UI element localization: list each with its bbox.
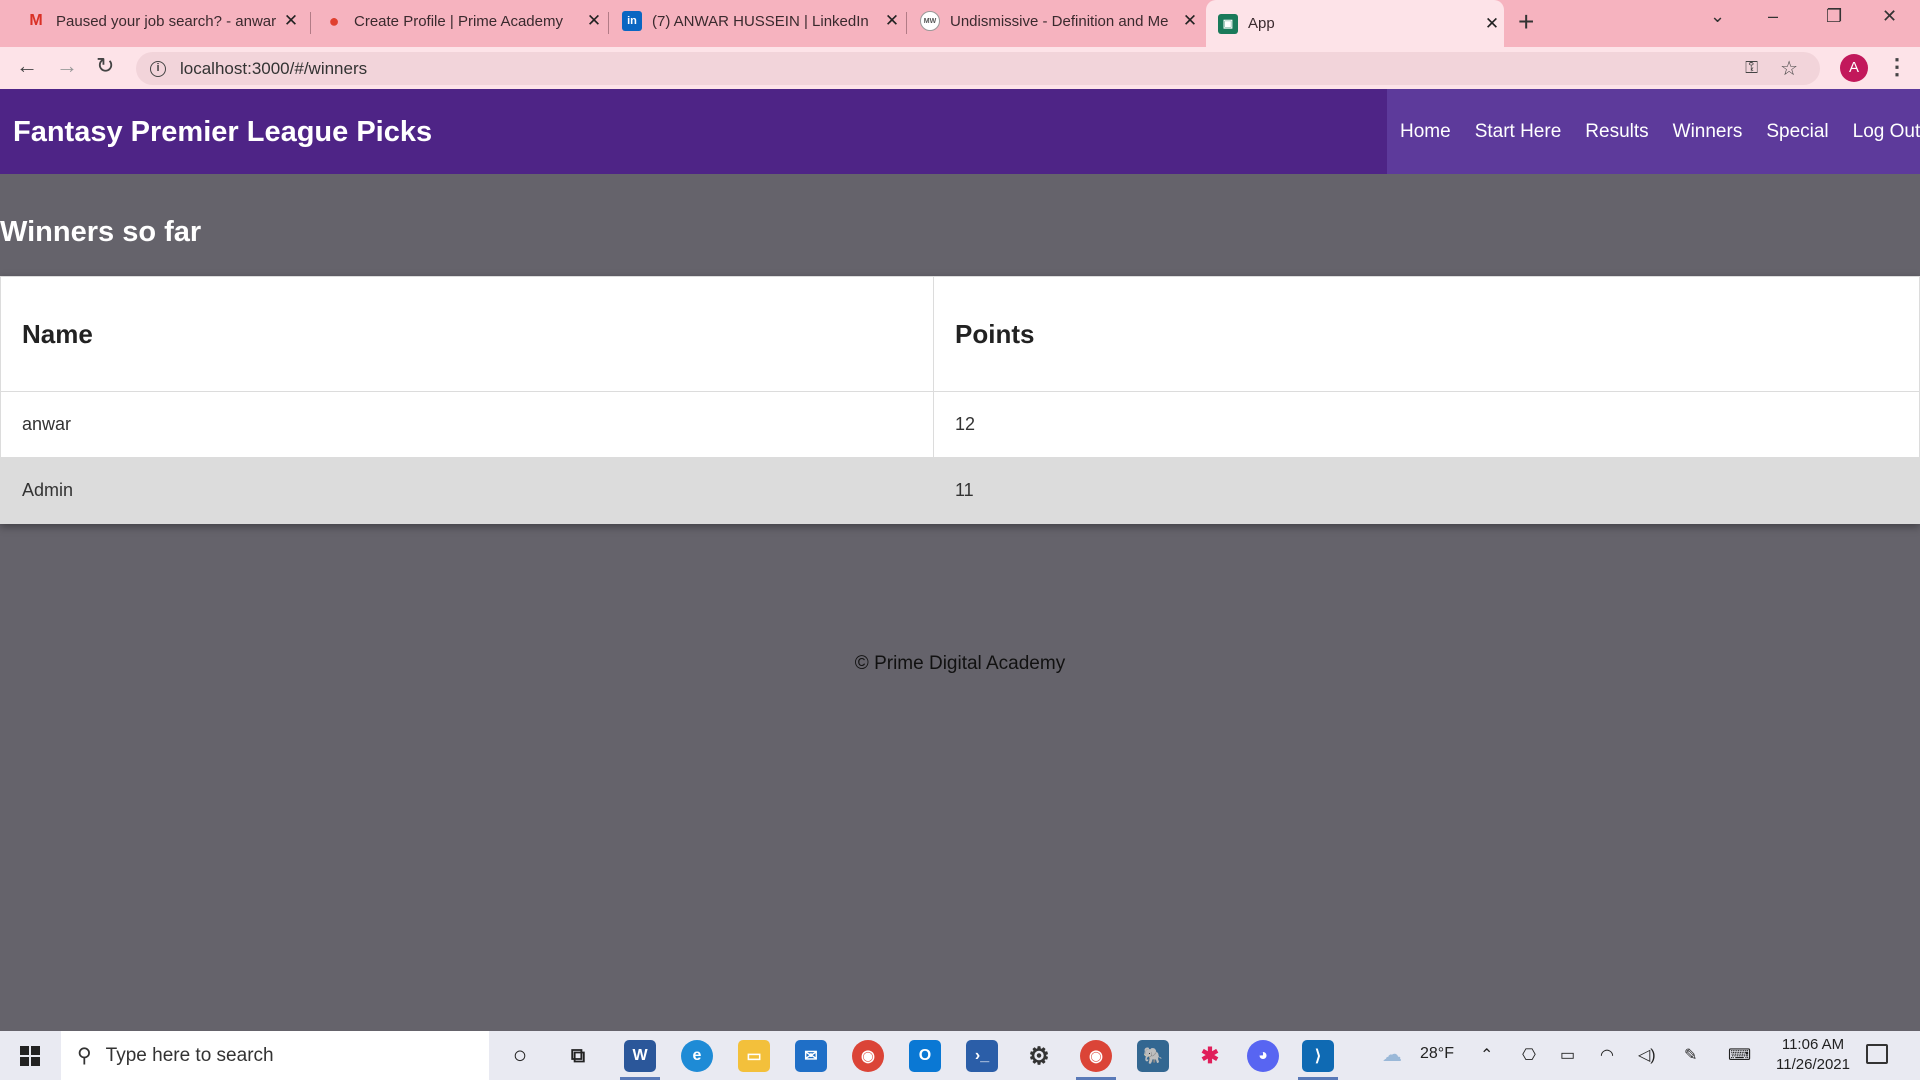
- task-view-icon[interactable]: ⧉: [562, 1040, 594, 1072]
- discord-icon[interactable]: ◕: [1247, 1040, 1279, 1072]
- clock-date: 11/26/2021: [1776, 1056, 1850, 1073]
- nav-winners[interactable]: Winners: [1673, 121, 1743, 143]
- app-title[interactable]: Fantasy Premier League Picks: [13, 116, 432, 149]
- search-icon: ⚲: [77, 1045, 92, 1067]
- merriam-webster-icon: MW: [920, 11, 940, 31]
- site-info-icon[interactable]: i: [150, 60, 166, 77]
- gmail-icon: M: [29, 12, 43, 29]
- taskbar: ⚲ Type here to search ○ ⧉ W e ▭ ✉ ◉ O ›_…: [0, 1031, 1920, 1080]
- new-tab-button[interactable]: +: [1518, 6, 1534, 38]
- weather-temperature[interactable]: 28°F: [1420, 1045, 1454, 1063]
- meet-now-icon[interactable]: ⎔: [1522, 1045, 1536, 1065]
- mail-icon[interactable]: ✉: [795, 1040, 827, 1072]
- main-nav: Home Start Here Results Winners Special …: [1387, 89, 1920, 174]
- chrome-profile-icon[interactable]: ◉: [1080, 1040, 1112, 1072]
- tray-chevron-icon[interactable]: ⌃: [1480, 1045, 1493, 1065]
- tab-title: (7) ANWAR HUSSEIN | LinkedIn: [652, 12, 869, 30]
- tab-title: Paused your job search? - anwar: [56, 12, 277, 30]
- tab-app[interactable]: ▣ App ✕: [1206, 0, 1504, 47]
- tab-merriam-webster[interactable]: MW Undismissive - Definition and Me ✕: [910, 0, 1202, 42]
- bookmark-star-icon[interactable]: ☆: [1780, 56, 1798, 81]
- maximize-button[interactable]: ❐: [1826, 6, 1842, 27]
- nav-start-here[interactable]: Start Here: [1475, 121, 1562, 143]
- taskbar-search[interactable]: ⚲ Type here to search: [61, 1031, 489, 1080]
- browser-tab-strip: M Paused your job search? - anwar ✕ ● Cr…: [0, 0, 1920, 47]
- tab-gmail[interactable]: M Paused your job search? - anwar ✕: [16, 0, 303, 42]
- close-icon[interactable]: ✕: [279, 11, 303, 31]
- forward-arrow-icon[interactable]: →: [56, 53, 78, 79]
- linkedin-icon: in: [622, 11, 642, 31]
- chrome-icon[interactable]: ◉: [852, 1040, 884, 1072]
- minimize-button[interactable]: –: [1768, 6, 1778, 27]
- notification-icon[interactable]: [1866, 1044, 1888, 1064]
- profile-avatar[interactable]: A: [1840, 54, 1868, 82]
- address-bar[interactable]: i localhost:3000/#/winners ⚿ ☆: [136, 52, 1820, 85]
- close-window-button[interactable]: ✕: [1882, 6, 1897, 27]
- url-text[interactable]: localhost:3000/#/winners: [180, 59, 367, 79]
- browser-toolbar: ← → ↻ i localhost:3000/#/winners ⚿ ☆ A ⋮: [0, 47, 1920, 89]
- slack-icon[interactable]: ✱: [1194, 1040, 1226, 1072]
- close-icon[interactable]: ✕: [1178, 11, 1202, 31]
- winners-table: Name Points anwar 12 Admin 11: [0, 276, 1920, 524]
- footer: © Prime Digital Academy: [854, 653, 1066, 674]
- table-row: Admin 11: [0, 457, 1920, 524]
- nav-home[interactable]: Home: [1400, 121, 1451, 143]
- reload-icon[interactable]: ↻: [96, 53, 114, 79]
- column-header-points: Points: [933, 276, 1920, 392]
- cell-name: anwar: [0, 391, 934, 458]
- tab-separator: [906, 12, 907, 34]
- column-header-name: Name: [0, 276, 934, 392]
- page-title: Winners so far: [0, 216, 202, 248]
- clock-time: 11:06 AM: [1781, 1036, 1845, 1053]
- vscode-icon[interactable]: ⟩: [1302, 1040, 1334, 1072]
- tab-title: Create Profile | Prime Academy: [354, 12, 563, 30]
- tab-title: App: [1248, 15, 1275, 32]
- tab-search-chevron-icon[interactable]: ⌄: [1710, 6, 1725, 27]
- windows-start-icon[interactable]: [20, 1046, 40, 1066]
- cell-points: 11: [933, 457, 1920, 524]
- key-icon[interactable]: ⚿: [1745, 58, 1758, 78]
- system-clock[interactable]: 11:06 AM 11/26/2021: [1768, 1035, 1858, 1075]
- tab-prime-academy[interactable]: ● Create Profile | Prime Academy ✕: [314, 0, 606, 42]
- table-row: anwar 12: [0, 391, 1920, 458]
- cortana-icon[interactable]: ○: [504, 1040, 536, 1072]
- postgres-elephant-icon[interactable]: 🐘: [1137, 1040, 1169, 1072]
- back-arrow-icon[interactable]: ←: [16, 53, 38, 79]
- close-icon[interactable]: ✕: [880, 11, 904, 31]
- close-icon[interactable]: ✕: [1480, 14, 1504, 34]
- nav-special[interactable]: Special: [1766, 121, 1828, 143]
- search-placeholder[interactable]: Type here to search: [106, 1045, 274, 1067]
- weather-icon[interactable]: ☁: [1382, 1042, 1402, 1067]
- cell-name: Admin: [0, 457, 934, 524]
- wifi-icon[interactable]: ◠: [1600, 1045, 1614, 1065]
- app-icon: ▣: [1218, 13, 1238, 34]
- settings-gear-icon[interactable]: ⚙: [1023, 1040, 1055, 1072]
- nav-results[interactable]: Results: [1585, 121, 1648, 143]
- app-header: Fantasy Premier League Picks Home Start …: [0, 89, 1920, 174]
- menu-kebab-icon[interactable]: ⋮: [1886, 54, 1908, 80]
- keyboard-icon[interactable]: ⌨: [1728, 1045, 1751, 1065]
- tab-linkedin[interactable]: in (7) ANWAR HUSSEIN | LinkedIn ✕: [612, 0, 904, 42]
- tab-title: Undismissive - Definition and Me: [950, 12, 1169, 30]
- pen-icon[interactable]: ✎: [1684, 1045, 1697, 1065]
- battery-icon[interactable]: ▭: [1560, 1045, 1575, 1065]
- outlook-icon[interactable]: O: [909, 1040, 941, 1072]
- prime-academy-icon: ●: [328, 10, 340, 31]
- edge-icon[interactable]: e: [681, 1040, 713, 1072]
- word-icon[interactable]: W: [624, 1040, 656, 1072]
- powershell-icon[interactable]: ›_: [966, 1040, 998, 1072]
- tab-separator: [310, 12, 311, 34]
- nav-log-out[interactable]: Log Out: [1853, 121, 1920, 143]
- tab-separator: [608, 12, 609, 34]
- volume-icon[interactable]: ◁): [1638, 1045, 1656, 1065]
- file-explorer-icon[interactable]: ▭: [738, 1040, 770, 1072]
- cell-points: 12: [933, 391, 1920, 458]
- table-header-row: Name Points: [0, 276, 1920, 392]
- close-icon[interactable]: ✕: [582, 11, 606, 31]
